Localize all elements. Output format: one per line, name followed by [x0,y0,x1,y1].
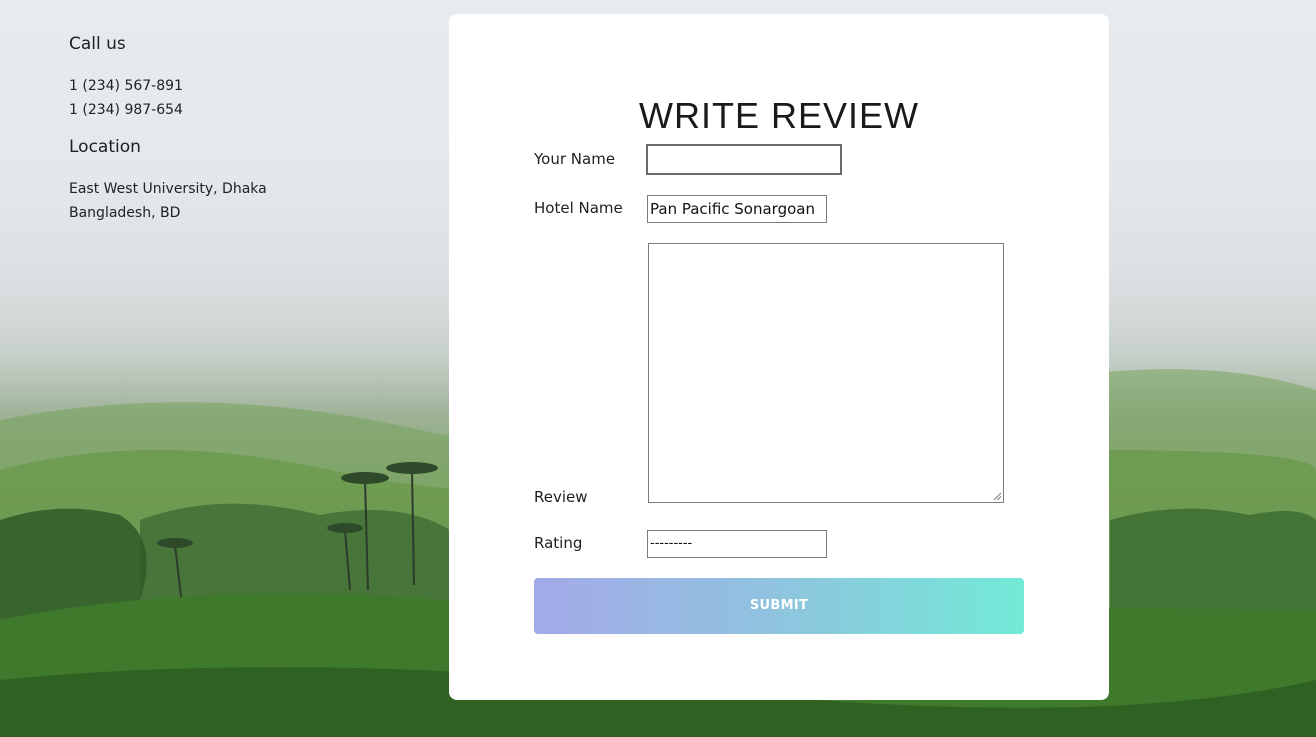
call-us-heading: Call us [69,34,126,54]
hotel-name-label: Hotel Name [534,199,623,217]
rating-select[interactable]: --------- [647,530,827,558]
review-form-card: WRITE REVIEW Your Name Hotel Name Pan Pa… [449,14,1109,700]
address-line: Bangladesh, BD [69,205,181,221]
phone-number: 1 (234) 987-654 [69,102,183,118]
rating-label: Rating [534,534,583,552]
resize-handle-icon[interactable] [993,492,1002,501]
address-line: East West University, Dhaka [69,181,267,197]
address: East West University, Dhaka Bangladesh, … [69,177,369,225]
page-title: WRITE REVIEW [639,95,919,136]
contact-info: Call us 1 (234) 567-891 1 (234) 987-654 … [69,33,369,225]
review-textarea[interactable] [648,243,1004,503]
your-name-label: Your Name [534,150,616,168]
phone-list: 1 (234) 567-891 1 (234) 987-654 [69,74,369,122]
phone-number: 1 (234) 567-891 [69,78,183,94]
submit-button[interactable]: SUBMIT [534,578,1024,634]
your-name-input[interactable] [646,144,842,175]
hotel-name-input[interactable]: Pan Pacific Sonargoan [647,195,827,223]
location-heading: Location [69,137,141,157]
review-label: Review [534,488,588,506]
